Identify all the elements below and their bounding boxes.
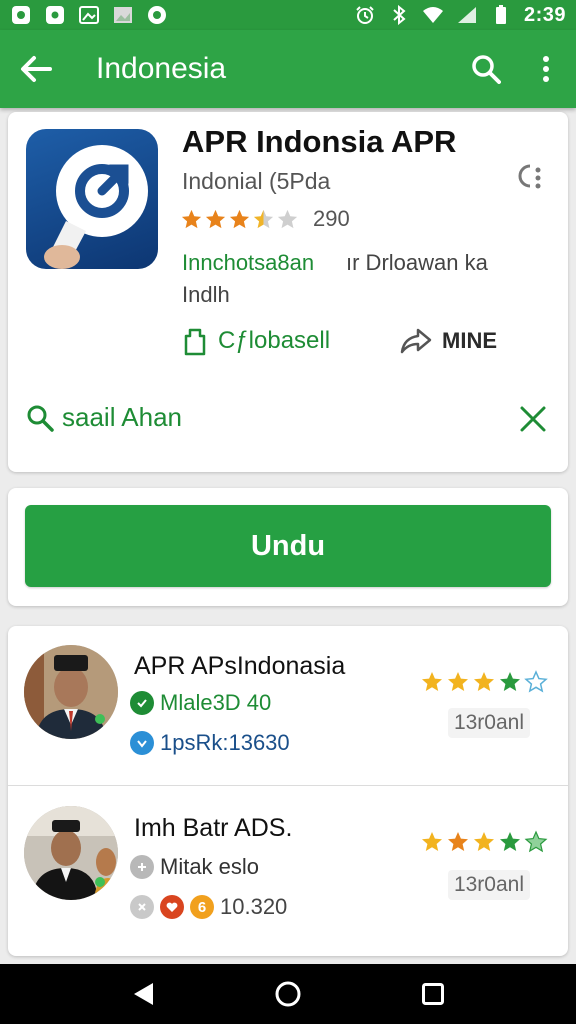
half-star-icon	[253, 209, 274, 228]
star-icon	[448, 832, 468, 851]
star-icon	[205, 209, 226, 228]
clock: 2:39	[523, 3, 566, 26]
app-notification-icon	[146, 5, 168, 25]
close-icon	[520, 406, 546, 432]
category-info: ır Drloawan ka	[346, 250, 488, 275]
secondary-action-label: MINE	[442, 328, 497, 353]
app-name: APR Indonsia APR	[182, 124, 457, 159]
developer-name[interactable]: Indonial (5Pda	[182, 168, 330, 195]
related-list: APR APsIndonasia Mlale3D 40 1psRk:13630 …	[8, 626, 568, 956]
notification-icons	[10, 5, 168, 25]
search-button[interactable]	[456, 30, 516, 108]
nav-recents-button[interactable]	[411, 972, 455, 1016]
star-icon	[229, 209, 250, 228]
item-meta-secondary: 1psRk:13630	[130, 730, 290, 756]
app-notification-icon	[44, 5, 66, 25]
heart-badge-icon	[160, 895, 184, 919]
overflow-menu-button[interactable]	[516, 30, 576, 108]
item-rating-stars	[420, 830, 548, 854]
star-icon	[474, 832, 494, 851]
item-badge: 13r0anl	[447, 708, 530, 738]
search-chip-label: saail Ahan	[62, 402, 182, 432]
star-icon	[524, 830, 548, 853]
gallery-notification-icon	[112, 5, 134, 25]
star-icon	[448, 672, 468, 691]
item-meta-secondary-text: 10.320	[220, 894, 288, 919]
system-nav-bar	[0, 964, 576, 1024]
wifi-icon	[422, 5, 444, 25]
verified-badge-icon	[130, 731, 154, 755]
category-info-continued: Indlh	[182, 282, 230, 307]
item-rating-stars	[420, 670, 548, 694]
home-nav-icon	[275, 981, 301, 1007]
check-circle-icon	[130, 691, 154, 715]
star-icon	[181, 209, 202, 228]
item-title: Imh Batr ADS.	[134, 814, 293, 842]
search-chip[interactable]: saail Ahan	[26, 402, 182, 433]
clipboard-icon	[184, 328, 206, 356]
app-notification-icon	[10, 5, 32, 25]
item-meta-primary-text: Mitak eslo	[160, 854, 260, 879]
item-meta-secondary-text: 1psRk:13630	[160, 730, 290, 755]
app-bar: Indonesia	[0, 30, 576, 108]
star-icon	[500, 832, 520, 851]
rating-stars	[180, 208, 299, 231]
search-icon	[27, 405, 54, 432]
item-meta-secondary: 6 10.320	[130, 894, 287, 920]
app-logo-icon	[26, 129, 158, 269]
item-meta-primary-text: Mlale3D 40	[160, 690, 272, 715]
share-options-icon[interactable]	[512, 160, 544, 192]
recents-nav-icon	[422, 983, 445, 1005]
add-circle-icon	[130, 855, 154, 879]
star-icon	[474, 672, 494, 691]
list-item[interactable]: APR APsIndonasia Mlale3D 40 1psRk:13630 …	[8, 626, 568, 786]
image-notification-icon	[78, 5, 100, 25]
status-bar: 2:39	[0, 0, 576, 30]
item-title: APR APsIndonasia	[134, 652, 346, 680]
six-badge-icon: 6	[190, 895, 214, 919]
item-meta-primary: Mlale3D 40	[130, 690, 271, 716]
nav-back-button[interactable]	[121, 972, 165, 1016]
star-icon	[422, 832, 442, 851]
app-detail-card: APR Indonsia APR Indonial (5Pda 290 Innc…	[8, 112, 568, 472]
download-button[interactable]: Undu	[25, 505, 551, 587]
rating-row: 290	[180, 206, 350, 232]
empty-star-icon	[524, 670, 548, 693]
system-icons: 2:39	[354, 4, 566, 27]
bluetooth-icon	[388, 5, 410, 25]
nav-home-button[interactable]	[266, 972, 310, 1016]
alarm-icon	[354, 5, 376, 25]
download-card: Undu	[8, 488, 568, 606]
more-vert-icon	[543, 56, 549, 82]
arrow-back-icon	[21, 56, 52, 82]
back-button[interactable]	[0, 30, 72, 108]
info-circle-icon	[130, 895, 154, 919]
star-icon	[500, 672, 520, 691]
list-item[interactable]: Imh Batr ADS. Mitak eslo 6 10.320 13r0an…	[8, 786, 568, 946]
secondary-action-button[interactable]: MINE	[398, 326, 497, 356]
item-meta-primary: Mitak eslo	[130, 854, 259, 880]
avatar	[24, 806, 118, 900]
empty-star-icon	[277, 209, 298, 228]
avatar	[24, 645, 118, 739]
back-nav-icon	[133, 983, 153, 1005]
close-button[interactable]	[516, 402, 550, 436]
share-arrow-icon	[400, 328, 432, 354]
category-link[interactable]: Innchotsa8an	[182, 250, 314, 276]
primary-action-label: Cƒlobasell	[218, 327, 331, 354]
signal-icon	[456, 5, 478, 25]
rating-count: 290	[313, 206, 350, 231]
star-icon	[422, 672, 442, 691]
page-title: Indonesia	[96, 52, 227, 85]
item-badge: 13r0anl	[447, 870, 530, 900]
search-icon	[472, 55, 501, 84]
primary-action-button[interactable]: Cƒlobasell	[180, 326, 330, 356]
battery-icon	[490, 5, 512, 25]
